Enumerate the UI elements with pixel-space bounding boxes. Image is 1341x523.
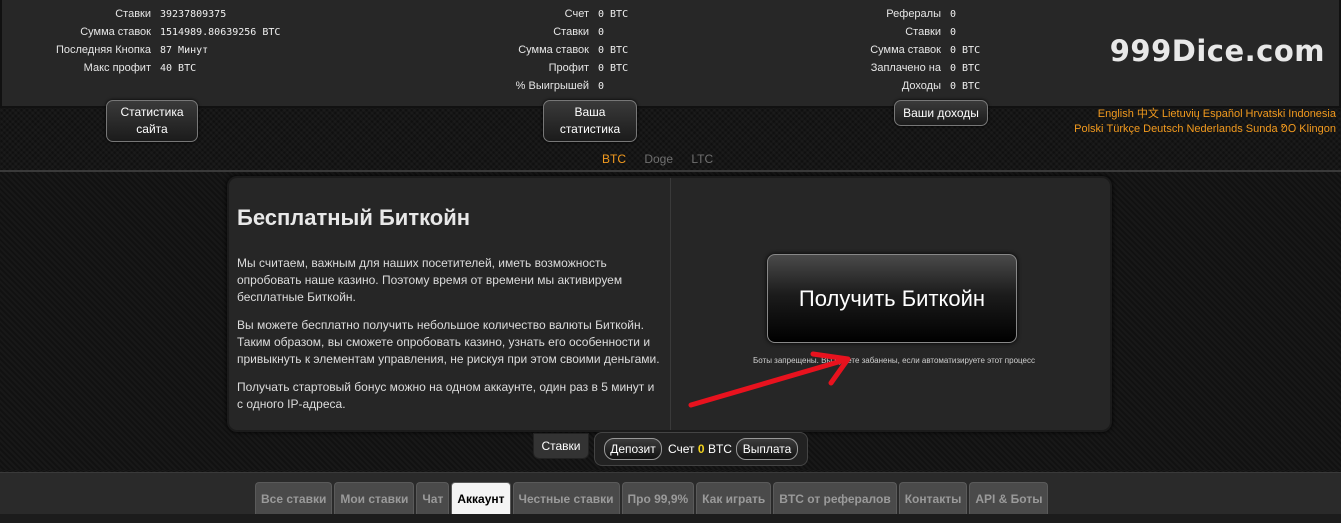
language-link[interactable]: Español (1203, 108, 1243, 120)
income-stats-label: Заплачено на (870, 62, 941, 74)
faucet-paragraph-1: Мы считаем, важным для наших посетителей… (237, 256, 623, 304)
currency-tabs: BTC Doge LTC (602, 152, 728, 166)
your-income-button[interactable]: Ваши доходы (894, 100, 988, 126)
site-stats-button-line2: сайта (136, 122, 168, 136)
nav-tab[interactable]: Все ставки (255, 482, 333, 514)
income-stats-label: Сумма ставок (870, 44, 941, 56)
faucet-card: Бесплатный Биткойн Мы считаем, важным дл… (227, 176, 1112, 432)
income-stats-label: Ставки (905, 26, 941, 38)
faucet-paragraph-3: Получать стартовый бонус можно на одном … (237, 380, 655, 411)
stats-panel: Ставки 39237809375 Сумма ставок 1514989.806… (0, 0, 1341, 108)
income-stats-value: 0 BTC (950, 81, 981, 92)
balance-display: Счет 0 BTC (668, 442, 732, 456)
bottom-nav-tabs: Все ставки Мои ставки Чат Аккаунт Честные ст… (255, 482, 1050, 514)
nav-tab[interactable]: Как играть (696, 482, 772, 514)
income-stats-value: 0 BTC (950, 45, 981, 56)
language-link[interactable]: Lietuvių (1162, 108, 1200, 120)
language-link[interactable]: Klingon (1299, 123, 1336, 135)
currency-tab-ltc[interactable]: LTC (691, 152, 713, 166)
nav-tab[interactable]: Про 99,9% (621, 482, 695, 514)
language-link[interactable]: 中文 (1137, 108, 1159, 120)
income-stats-label: Рефералы (886, 8, 941, 20)
language-link[interactable]: ᱚᱛ (1281, 123, 1297, 135)
faucet-title: Бесплатный Биткойн (237, 205, 471, 230)
income-stats-value: 0 BTC (950, 63, 981, 74)
nav-tab[interactable]: Чат (416, 482, 450, 514)
language-link[interactable]: Indonesia (1288, 108, 1336, 120)
nav-tab[interactable]: API & Боты (969, 482, 1049, 514)
deposit-button[interactable]: Депозит (604, 438, 662, 460)
get-bitcoin-button[interactable]: Получить Биткойн (767, 254, 1017, 343)
site-stats-button-line1: Статистика (120, 105, 184, 119)
language-row-1: English 中文 Lietuvių Español Hrvatski Indonesi… (1036, 107, 1336, 122)
language-selector: English 中文 Lietuvių Español Hrvatski Indonesi… (1036, 107, 1336, 137)
withdraw-button[interactable]: Выплата (736, 438, 798, 460)
balance-value: 0 (697, 442, 705, 456)
nav-tab[interactable]: Аккаунт (451, 482, 511, 514)
your-stats-button-line2: статистика (559, 122, 621, 136)
language-link[interactable]: Deutsch (1143, 123, 1183, 135)
your-stats-button[interactable]: Ваша статистика (543, 100, 637, 142)
language-link[interactable]: Polski (1074, 123, 1103, 135)
language-link[interactable]: Hrvatski (1246, 108, 1286, 120)
income-stats-value: 0 (950, 9, 957, 20)
income-stats-value: 0 (950, 27, 957, 38)
language-link[interactable]: Sunda (1246, 123, 1278, 135)
bets-tab[interactable]: Ставки (533, 433, 589, 459)
language-row-2: Polski Türkçe Deutsch Nederlands Sunda ᱚᱛ Klin… (1036, 122, 1336, 137)
language-link[interactable]: Türkçe (1107, 123, 1141, 135)
faucet-description: Бесплатный Биткойн Мы считаем, важным дл… (229, 178, 671, 430)
site-logo[interactable]: 999Dice.com (1110, 34, 1325, 68)
nav-tab[interactable]: Честные ставки (512, 482, 620, 514)
account-bar: Депозит Счет 0 BTC Выплата (594, 432, 808, 466)
income-stats-label: Доходы (901, 80, 941, 92)
your-stats-button-line1: Ваша (574, 105, 606, 119)
red-arrow-icon (688, 351, 851, 408)
nav-tab[interactable]: Контакты (898, 482, 968, 514)
balance-unit: BTC (707, 442, 732, 456)
nav-tab[interactable]: Мои ставки (334, 482, 415, 514)
language-link[interactable]: Nederlands (1186, 123, 1242, 135)
balance-label: Счет (668, 442, 695, 456)
nav-tab[interactable]: BTC от рефералов (773, 482, 897, 514)
bottom-bar (0, 514, 1341, 523)
currency-tab-doge[interactable]: Doge (644, 152, 673, 166)
currency-tab-btc[interactable]: BTC (602, 152, 626, 166)
language-link[interactable]: English (1098, 108, 1134, 120)
faucet-paragraph-2: Вы можете бесплатно получить небольшое к… (237, 318, 660, 366)
site-stats-button[interactable]: Статистика сайта (106, 100, 198, 142)
